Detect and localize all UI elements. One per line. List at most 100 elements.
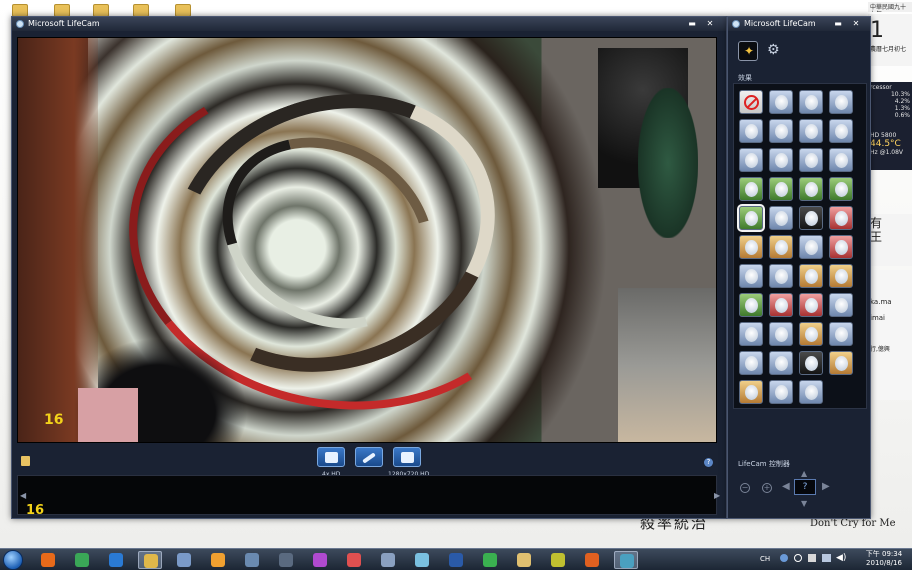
effect-face-icon (775, 269, 788, 284)
tab-effects[interactable]: ✦ (738, 41, 758, 61)
language-indicator[interactable]: CH (760, 555, 770, 563)
calendar-day: 1 (870, 18, 884, 43)
taskbar-picasa-button[interactable] (308, 551, 332, 569)
effect-15-thumbnail[interactable] (829, 177, 853, 201)
explorer-icon (144, 554, 158, 568)
close-button[interactable]: ✕ (850, 19, 862, 29)
effect-face-icon (835, 327, 848, 342)
effect-11-thumbnail[interactable] (829, 148, 853, 172)
side-titlebar[interactable]: Microsoft LifeCam ▬ ✕ (728, 17, 870, 31)
lifecam-icon (620, 554, 634, 568)
help-icon[interactable]: ? (704, 458, 713, 467)
strip-right-arrow-icon[interactable]: ▶ (714, 491, 720, 500)
folder-icon[interactable] (21, 456, 30, 466)
no-effect-thumbnail[interactable] (739, 90, 763, 114)
effect-7-thumbnail[interactable] (829, 119, 853, 143)
taskbar-firefox-2-button[interactable] (580, 551, 604, 569)
cpu-meter-gadget: rcessor 10.3% 4.2% 1.3% 0.6% (868, 82, 912, 134)
effect-18-thumbnail[interactable] (799, 206, 823, 230)
taskbar-steam-button[interactable] (274, 551, 298, 569)
effect-13-thumbnail[interactable] (769, 177, 793, 201)
main-titlebar[interactable]: Microsoft LifeCam ▬ ✕ (12, 17, 726, 31)
taskbar-notes-button[interactable] (410, 551, 434, 569)
taskbar-lifecam-button[interactable] (614, 551, 638, 569)
pan-up-icon[interactable]: ▲ (801, 469, 807, 478)
zoom-out-button[interactable]: − (740, 483, 750, 493)
effect-30-thumbnail[interactable] (799, 293, 823, 317)
effect-42-thumbnail[interactable] (799, 380, 823, 404)
effect-face-icon (775, 153, 788, 168)
effect-39-thumbnail[interactable] (829, 351, 853, 375)
start-button[interactable] (3, 550, 23, 570)
effect-20-thumbnail[interactable] (739, 235, 763, 259)
taskbar-media-player-button[interactable] (206, 551, 230, 569)
effect-17-thumbnail[interactable] (769, 206, 793, 230)
strip-left-arrow-icon[interactable]: ◀ (20, 491, 26, 500)
effect-33-thumbnail[interactable] (769, 322, 793, 346)
network-icon[interactable] (822, 554, 831, 562)
note-char-1: 有 (870, 216, 883, 230)
effect-31-thumbnail[interactable] (829, 293, 853, 317)
effect-21-thumbnail[interactable] (769, 235, 793, 259)
taskbar-folder-2-button[interactable] (512, 551, 536, 569)
effect-10-thumbnail[interactable] (799, 148, 823, 172)
effect-34-thumbnail[interactable] (799, 322, 823, 346)
effect-26-thumbnail[interactable] (799, 264, 823, 288)
taskbar-paint-button[interactable] (342, 551, 366, 569)
effect-3-thumbnail[interactable] (829, 90, 853, 114)
effect-41-thumbnail[interactable] (769, 380, 793, 404)
taskbar-calculator-button[interactable] (376, 551, 400, 569)
effect-face-icon (835, 124, 848, 139)
taskbar-network-button[interactable] (172, 551, 196, 569)
effect-5-thumbnail[interactable] (769, 119, 793, 143)
bluetooth-icon[interactable] (780, 554, 788, 562)
effect-1-thumbnail[interactable] (769, 90, 793, 114)
minimize-button[interactable]: ▬ (832, 19, 844, 29)
effect-27-thumbnail[interactable] (829, 264, 853, 288)
taskbar-chrome-button[interactable] (70, 551, 94, 569)
effect-23-thumbnail[interactable] (829, 235, 853, 259)
effect-25-thumbnail[interactable] (769, 264, 793, 288)
tab-settings[interactable]: ⚙ (764, 41, 784, 61)
clock[interactable]: 下午 09:34 2010/8/16 (858, 550, 910, 568)
effect-29-thumbnail[interactable] (769, 293, 793, 317)
effect-24-thumbnail[interactable] (739, 264, 763, 288)
cpu-core-4: 0.6% (894, 112, 910, 119)
effect-22-thumbnail[interactable] (799, 235, 823, 259)
effect-14-thumbnail[interactable] (799, 177, 823, 201)
effect-face-icon (745, 124, 758, 139)
effect-28-thumbnail[interactable] (739, 293, 763, 317)
close-button[interactable]: ✕ (704, 19, 716, 29)
taskbar-firefox-button[interactable] (36, 551, 60, 569)
effect-37-thumbnail[interactable] (769, 351, 793, 375)
taskbar-word-button[interactable] (444, 551, 468, 569)
effect-40-thumbnail[interactable] (739, 380, 763, 404)
flag-icon[interactable] (808, 554, 816, 562)
taskbar-explorer-button[interactable] (138, 551, 162, 569)
effect-4-thumbnail[interactable] (739, 119, 763, 143)
effect-8-thumbnail[interactable] (739, 148, 763, 172)
taskbar-app-7-button[interactable] (240, 551, 264, 569)
effect-36-thumbnail[interactable] (739, 351, 763, 375)
zoom-in-button[interactable]: + (762, 483, 772, 493)
taskbar-messenger-button[interactable] (478, 551, 502, 569)
face-tracking-button[interactable]: ? (794, 479, 816, 495)
effect-38-thumbnail[interactable] (799, 351, 823, 375)
help-tray-icon[interactable] (794, 554, 802, 562)
minimize-button[interactable]: ▬ (686, 19, 698, 29)
pan-right-icon[interactable]: ▶ (822, 481, 830, 492)
pan-down-icon[interactable]: ▼ (801, 499, 807, 508)
pan-left-icon[interactable]: ◀ (782, 481, 790, 492)
paint-icon (347, 553, 361, 567)
effect-12-thumbnail[interactable] (739, 177, 763, 201)
effect-2-thumbnail[interactable] (799, 90, 823, 114)
taskbar-media-3-button[interactable] (546, 551, 570, 569)
effect-swirl-thumbnail[interactable] (737, 204, 765, 232)
effect-6-thumbnail[interactable] (799, 119, 823, 143)
effect-32-thumbnail[interactable] (739, 322, 763, 346)
effect-35-thumbnail[interactable] (829, 322, 853, 346)
taskbar-ie-button[interactable] (104, 551, 128, 569)
effect-9-thumbnail[interactable] (769, 148, 793, 172)
volume-icon[interactable]: ◀) (836, 553, 846, 563)
effect-19-thumbnail[interactable] (829, 206, 853, 230)
